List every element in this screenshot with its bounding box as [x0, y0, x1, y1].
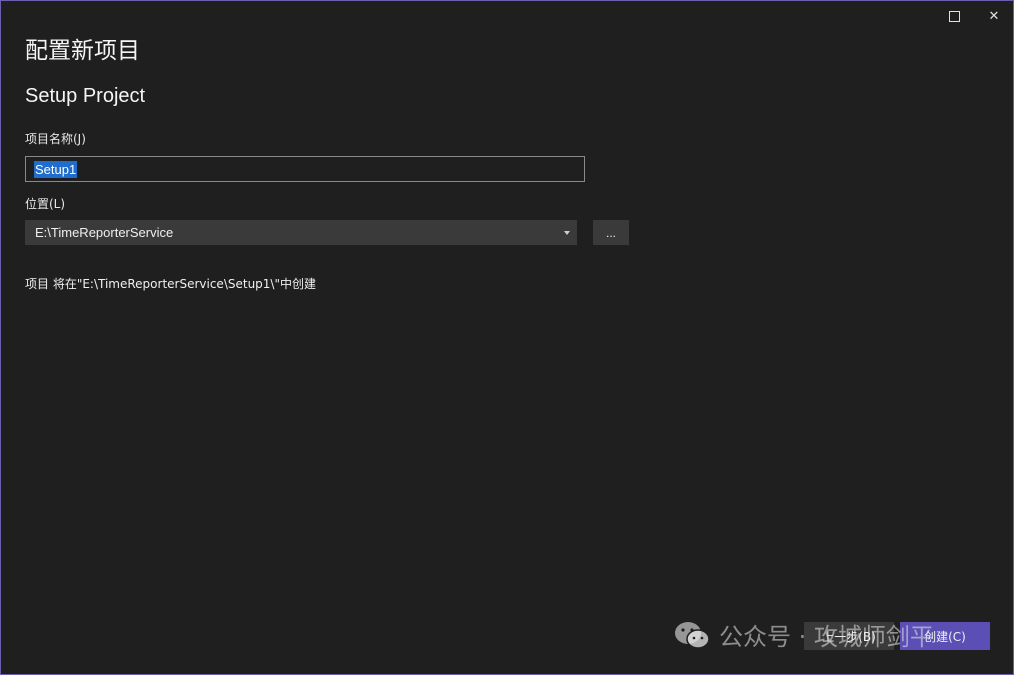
project-path-info: 项目 将在"E:\TimeReporterService\Setup1\"中创建 [25, 277, 316, 291]
project-name-label: 项目名称(J) [25, 132, 86, 146]
maximize-button[interactable] [939, 5, 969, 27]
back-button[interactable]: 上一步(B) [804, 622, 894, 650]
chevron-down-icon[interactable] [564, 231, 570, 235]
browse-button[interactable]: ... [593, 220, 629, 245]
configure-project-dialog: ✕ 配置新项目 Setup Project 项目名称(J) Setup1 位置(… [0, 0, 1014, 675]
location-combobox[interactable]: E:\TimeReporterService [25, 220, 577, 245]
location-value: E:\TimeReporterService [35, 225, 174, 240]
maximize-icon [948, 10, 960, 22]
project-name-input[interactable]: Setup1 [25, 156, 585, 182]
project-type-title: Setup Project [25, 85, 146, 107]
wechat-icon [675, 621, 710, 649]
location-label: 位置(L) [25, 197, 66, 211]
close-button[interactable]: ✕ [979, 5, 1009, 27]
close-icon: ✕ [988, 8, 1000, 24]
project-name-value: Setup1 [34, 160, 78, 178]
page-title: 配置新项目 [25, 38, 140, 64]
create-button[interactable]: 创建(C) [900, 622, 990, 650]
